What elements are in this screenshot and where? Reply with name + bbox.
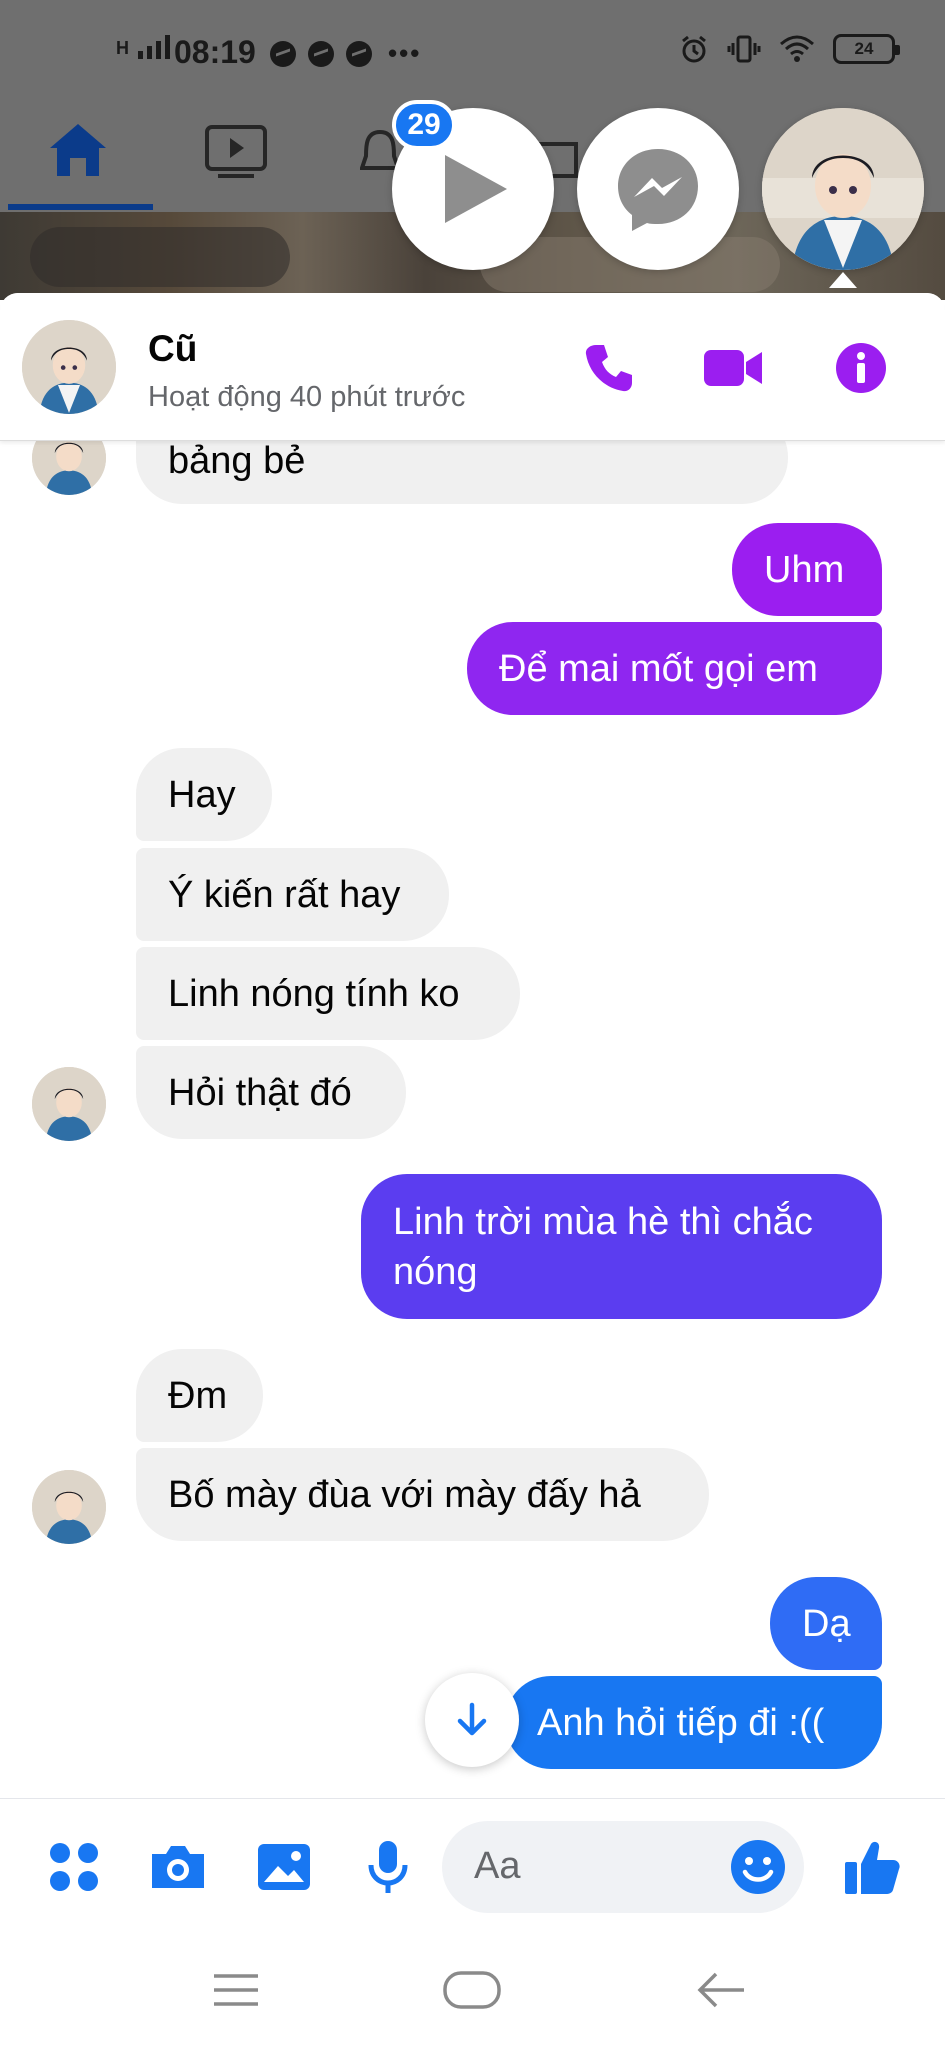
image-icon — [258, 1844, 310, 1890]
message-bubble[interactable]: Dạ — [770, 1577, 882, 1670]
arrow-down-icon — [457, 1702, 487, 1736]
network-type: H — [116, 38, 129, 58]
thumbs-up-icon — [845, 1841, 900, 1894]
battery-icon: 24 — [833, 34, 900, 64]
messenger-notification-icon — [346, 40, 372, 67]
avatar[interactable] — [22, 320, 116, 414]
system-navigation-bar — [0, 1935, 945, 2048]
messenger-icon — [618, 149, 698, 231]
signal-icon: H — [116, 35, 171, 59]
message-list[interactable]: bảng bẻ Uhm Để mai mốt gọi em Hay Ý kiến… — [0, 411, 945, 1791]
recents-button[interactable] — [196, 1955, 276, 2025]
like-button[interactable] — [842, 1837, 902, 1897]
avatar[interactable] — [32, 1067, 106, 1141]
camera-icon — [152, 1846, 204, 1888]
info-icon — [836, 343, 886, 393]
wifi-icon — [779, 34, 815, 64]
info-button[interactable] — [826, 333, 896, 403]
message-bubble[interactable]: Để mai mốt gọi em — [467, 622, 882, 715]
alarm-icon — [679, 34, 709, 64]
menu-dots-button[interactable] — [44, 1837, 104, 1897]
play-icon — [445, 155, 507, 223]
message-bubble[interactable]: Anh hỏi tiếp đi :(( — [505, 1676, 882, 1769]
menu-dots-icon — [50, 1843, 98, 1891]
active-tab-indicator — [8, 204, 153, 210]
vibrate-icon — [727, 34, 761, 64]
message-bubble[interactable]: Linh nóng tính ko — [136, 947, 520, 1040]
messenger-notification-icon — [270, 40, 296, 67]
emoji-button[interactable] — [728, 1837, 788, 1897]
back-button[interactable] — [681, 1955, 761, 2025]
message-bubble[interactable]: Uhm — [732, 523, 882, 616]
phone-icon — [585, 345, 632, 392]
emoji-icon — [731, 1840, 785, 1894]
contact-status: Hoạt động 40 phút trước — [148, 381, 466, 413]
call-button[interactable] — [574, 333, 644, 403]
composer-bar: Aa — [0, 1798, 945, 1935]
home-icon[interactable] — [46, 120, 110, 185]
message-bubble[interactable]: Hay — [136, 748, 272, 841]
notification-icons: ••• — [270, 38, 421, 69]
message-input-placeholder: Aa — [474, 1845, 521, 1887]
status-bar: H 08:19 ••• 24 — [0, 0, 945, 106]
clock: 08:19 — [174, 34, 256, 70]
message-bubble[interactable]: Linh trời mùa hè thì chắc nóng — [361, 1174, 882, 1319]
watch-icon[interactable] — [204, 124, 268, 185]
message-bubble[interactable]: Ý kiến rất hay — [136, 848, 449, 941]
microphone-icon — [368, 1841, 408, 1893]
message-bubble[interactable]: Hỏi thật đó — [136, 1046, 406, 1139]
messenger-chat-head[interactable] — [577, 108, 739, 270]
camera-button[interactable] — [148, 1837, 208, 1897]
scroll-to-bottom-button[interactable] — [425, 1673, 519, 1767]
video-call-icon — [704, 350, 762, 386]
more-notifications: ••• — [388, 38, 422, 68]
recents-icon — [214, 1974, 258, 2006]
messenger-notification-icon — [308, 40, 334, 67]
message-bubble[interactable]: Đm — [136, 1349, 263, 1442]
message-bubble[interactable]: Bố mày đùa với mày đấy hả — [136, 1448, 709, 1541]
avatar[interactable] — [32, 1470, 106, 1544]
message-input[interactable]: Aa — [442, 1821, 804, 1913]
avatar-illustration — [762, 108, 924, 270]
contact-name[interactable]: Cũ — [148, 328, 197, 370]
unread-badge: 29 — [392, 100, 456, 150]
back-icon — [697, 1972, 744, 2008]
voice-button[interactable] — [358, 1837, 418, 1897]
contact-chat-head[interactable] — [762, 108, 924, 270]
chat-head-pointer — [829, 272, 857, 288]
gallery-button[interactable] — [254, 1837, 314, 1897]
home-button[interactable] — [432, 1955, 512, 2025]
home-button-icon — [443, 1971, 501, 2009]
video-call-button[interactable] — [698, 333, 768, 403]
status-right: 24 — [679, 34, 900, 64]
chat-header: Cũ Hoạt động 40 phút trước — [0, 293, 945, 441]
